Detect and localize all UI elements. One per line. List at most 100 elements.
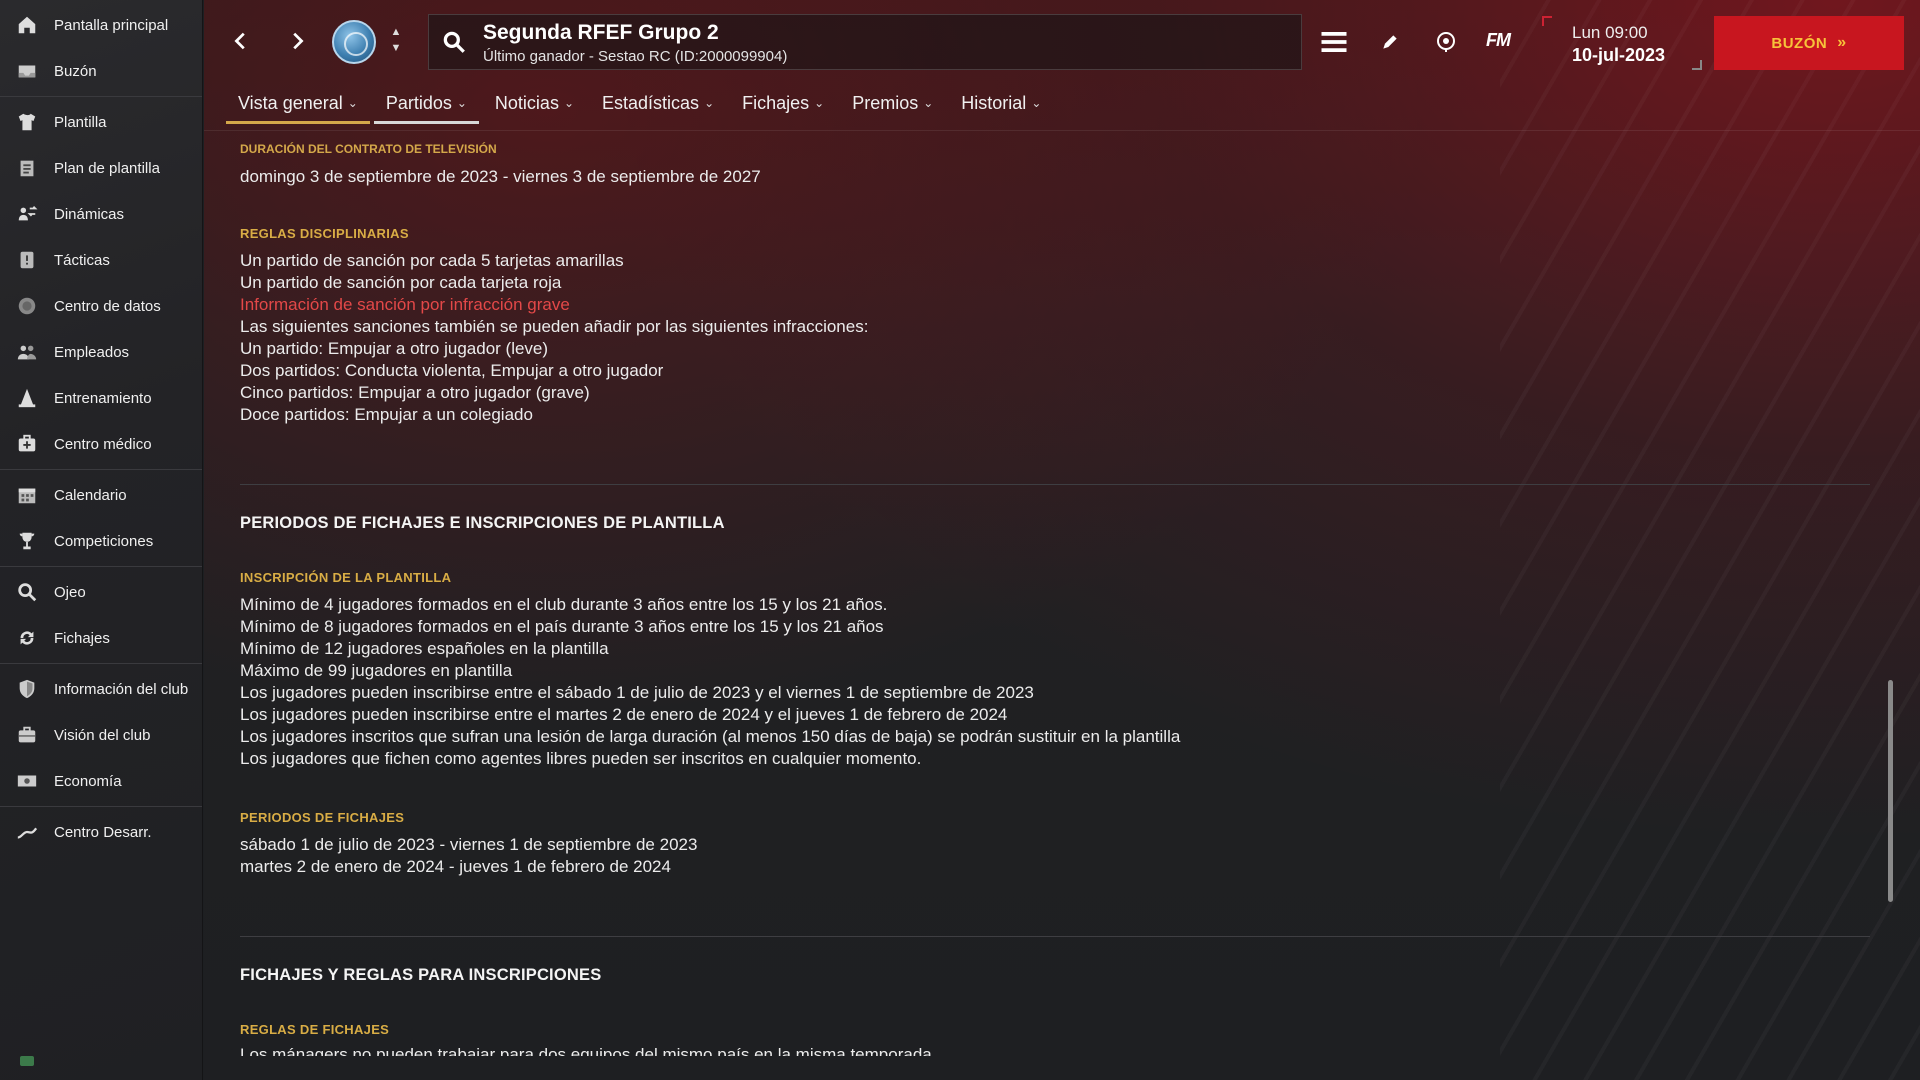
rule-line: Un partido de sanción por cada 5 tarjeta… (240, 251, 624, 270)
staff-icon (14, 339, 40, 365)
edit-pencil-icon[interactable] (1374, 26, 1406, 58)
chevron-down-icon[interactable]: ▼ (388, 40, 404, 56)
window-line: martes 2 de enero de 2024 - jueves 1 de … (240, 857, 671, 876)
sidebar-group-main: Pantalla principal Buzón (0, 0, 202, 97)
clipboard-icon (14, 155, 40, 181)
trophy-icon (14, 528, 40, 554)
section-divider (240, 936, 1870, 937)
chevron-down-icon: ⌄ (814, 96, 825, 110)
sidebar-item-dev-centre[interactable]: Centro Desarr. (0, 809, 202, 855)
search-bar[interactable]: Segunda RFEF Grupo 2 Último ganador - Se… (428, 14, 1302, 70)
back-arrow-icon[interactable] (226, 26, 256, 56)
double-chevron-right-icon: » (1837, 34, 1847, 51)
chevron-up-icon[interactable]: ▲ (388, 24, 404, 40)
sidebar-item-competitions[interactable]: Competiciones (0, 518, 202, 564)
rule-line: Mínimo de 12 jugadores españoles en la p… (240, 639, 609, 658)
sidebar-item-training[interactable]: Entrenamiento (0, 375, 202, 421)
sidebar-item-data-hub[interactable]: Centro de datos (0, 283, 202, 329)
rule-line: Mínimo de 8 jugadores formados en el paí… (240, 617, 884, 636)
trend-line-icon (14, 819, 40, 845)
chevron-down-icon: ⌄ (923, 96, 934, 110)
sidebar-item-home[interactable]: Pantalla principal (0, 2, 202, 48)
inbox-continue-button[interactable]: BUZÓN » (1714, 16, 1904, 70)
rule-line: Los jugadores que fichen como agentes li… (240, 749, 922, 768)
sidebar-item-squad-plan[interactable]: Plan de plantilla (0, 145, 202, 191)
shield-icon (14, 676, 40, 702)
tab-label: Historial (961, 93, 1027, 113)
briefcase-icon (14, 722, 40, 748)
sidebar-group-dev: Centro Desarr. (0, 807, 202, 857)
rule-line: Los jugadores pueden inscribirse entre e… (240, 683, 1034, 702)
sidebar-item-label: Centro Desarr. (54, 823, 152, 841)
status-indicator-icon[interactable] (20, 1056, 34, 1066)
calendar-icon (14, 482, 40, 508)
sidebar-item-club-info[interactable]: Información del club (0, 666, 202, 712)
search-icon[interactable] (441, 29, 467, 55)
tab-history[interactable]: Historial ⌄ (949, 90, 1053, 124)
serious-offence-link[interactable]: Información de sanción por infracción gr… (240, 294, 868, 316)
tab-transfers[interactable]: Fichajes ⌄ (730, 90, 836, 124)
sidebar-item-squad[interactable]: Plantilla (0, 99, 202, 145)
tab-bar: Vista general ⌄ Partidos ⌄ Noticias ⌄ Estad… (226, 90, 1057, 124)
tabs-divider (204, 130, 1920, 131)
content-scrollbar[interactable] (1888, 680, 1893, 902)
competition-switch-arrows[interactable]: ▲ ▼ (388, 24, 404, 56)
current-date: 10-jul-2023 (1572, 45, 1666, 65)
tab-stats[interactable]: Estadísticas ⌄ (590, 90, 726, 124)
home-icon (14, 12, 40, 38)
date-corner-top (1542, 16, 1552, 26)
window-line: sábado 1 de julio de 2023 - viernes 1 de… (240, 835, 698, 854)
tab-news[interactable]: Noticias ⌄ (483, 90, 586, 124)
tactics-board-icon (14, 247, 40, 273)
transfer-windows: sábado 1 de julio de 2023 - viernes 1 de… (240, 834, 697, 878)
globe-ball-icon[interactable] (1430, 26, 1462, 58)
page-title: Segunda RFEF Grupo 2 (483, 21, 719, 44)
inbox-icon (14, 58, 40, 84)
rule-line: Los mánagers no pueden trabajar para dos… (240, 1045, 932, 1056)
sidebar-item-scouting[interactable]: Ojeo (0, 569, 202, 615)
sidebar-item-label: Calendario (54, 486, 127, 504)
tab-overview[interactable]: Vista general ⌄ (226, 90, 370, 124)
sidebar-item-finances[interactable]: Economía (0, 758, 202, 804)
rule-line: Los jugadores pueden inscribirse entre e… (240, 705, 1008, 724)
section-divider (240, 484, 1870, 485)
sidebar-item-label: Pantalla principal (54, 16, 169, 34)
rule-line: Las siguientes sanciones también se pued… (240, 317, 869, 336)
sidebar-item-staff[interactable]: Empleados (0, 329, 202, 375)
sidebar-group-squad: Plantilla Plan de plantilla Dinámicas Tá… (0, 97, 202, 470)
sidebar-item-inbox[interactable]: Buzón (0, 48, 202, 94)
sidebar-item-club-vision[interactable]: Visión del club (0, 712, 202, 758)
tab-awards[interactable]: Premios ⌄ (840, 90, 945, 124)
data-hub-icon (14, 293, 40, 319)
current-day-time: Lun 09:00 (1572, 23, 1648, 42)
sidebar-item-dynamics[interactable]: Dinámicas (0, 191, 202, 237)
page-subtitle: Último ganador - Sestao RC (ID:200009990… (483, 48, 788, 65)
sidebar-item-tactics[interactable]: Tácticas (0, 237, 202, 283)
sidebar-item-label: Centro médico (54, 435, 152, 453)
sidebar-item-label: Empleados (54, 343, 130, 361)
sidebar-item-calendar[interactable]: Calendario (0, 472, 202, 518)
sidebar-item-label: Entrenamiento (54, 389, 152, 407)
sidebar-item-label: Tácticas (54, 251, 110, 269)
chevron-down-icon: ⌄ (456, 96, 467, 110)
sidebar-item-label: Fichajes (54, 629, 110, 647)
transfer-arrows-icon (14, 625, 40, 651)
medical-kit-icon (14, 431, 40, 457)
rule-line: Máximo de 99 jugadores en plantilla (240, 661, 513, 680)
sidebar-item-medical[interactable]: Centro médico (0, 421, 202, 467)
sidebar-item-transfers[interactable]: Fichajes (0, 615, 202, 661)
sidebar-group-scouting: Ojeo Fichajes (0, 567, 202, 664)
sidebar-group-schedule: Calendario Competiciones (0, 470, 202, 567)
fm-logo[interactable]: FM (1486, 30, 1511, 51)
menu-icon[interactable] (1318, 26, 1350, 58)
tab-matches[interactable]: Partidos ⌄ (373, 90, 480, 124)
sidebar-item-label: Buzón (54, 62, 97, 80)
competition-logo[interactable] (332, 20, 376, 64)
rule-line: Un partido de sanción por cada tarjeta r… (240, 273, 562, 292)
tab-label: Noticias (494, 93, 559, 113)
tv-contract-dates: domingo 3 de septiembre de 2023 - vierne… (240, 167, 761, 186)
sidebar-group-club: Información del club Visión del club Eco… (0, 664, 202, 807)
date-display[interactable]: Lun 09:00 10-jul-2023 (1542, 16, 1702, 70)
sidebar-item-label: Competiciones (54, 532, 154, 550)
forward-arrow-icon[interactable] (282, 26, 312, 56)
